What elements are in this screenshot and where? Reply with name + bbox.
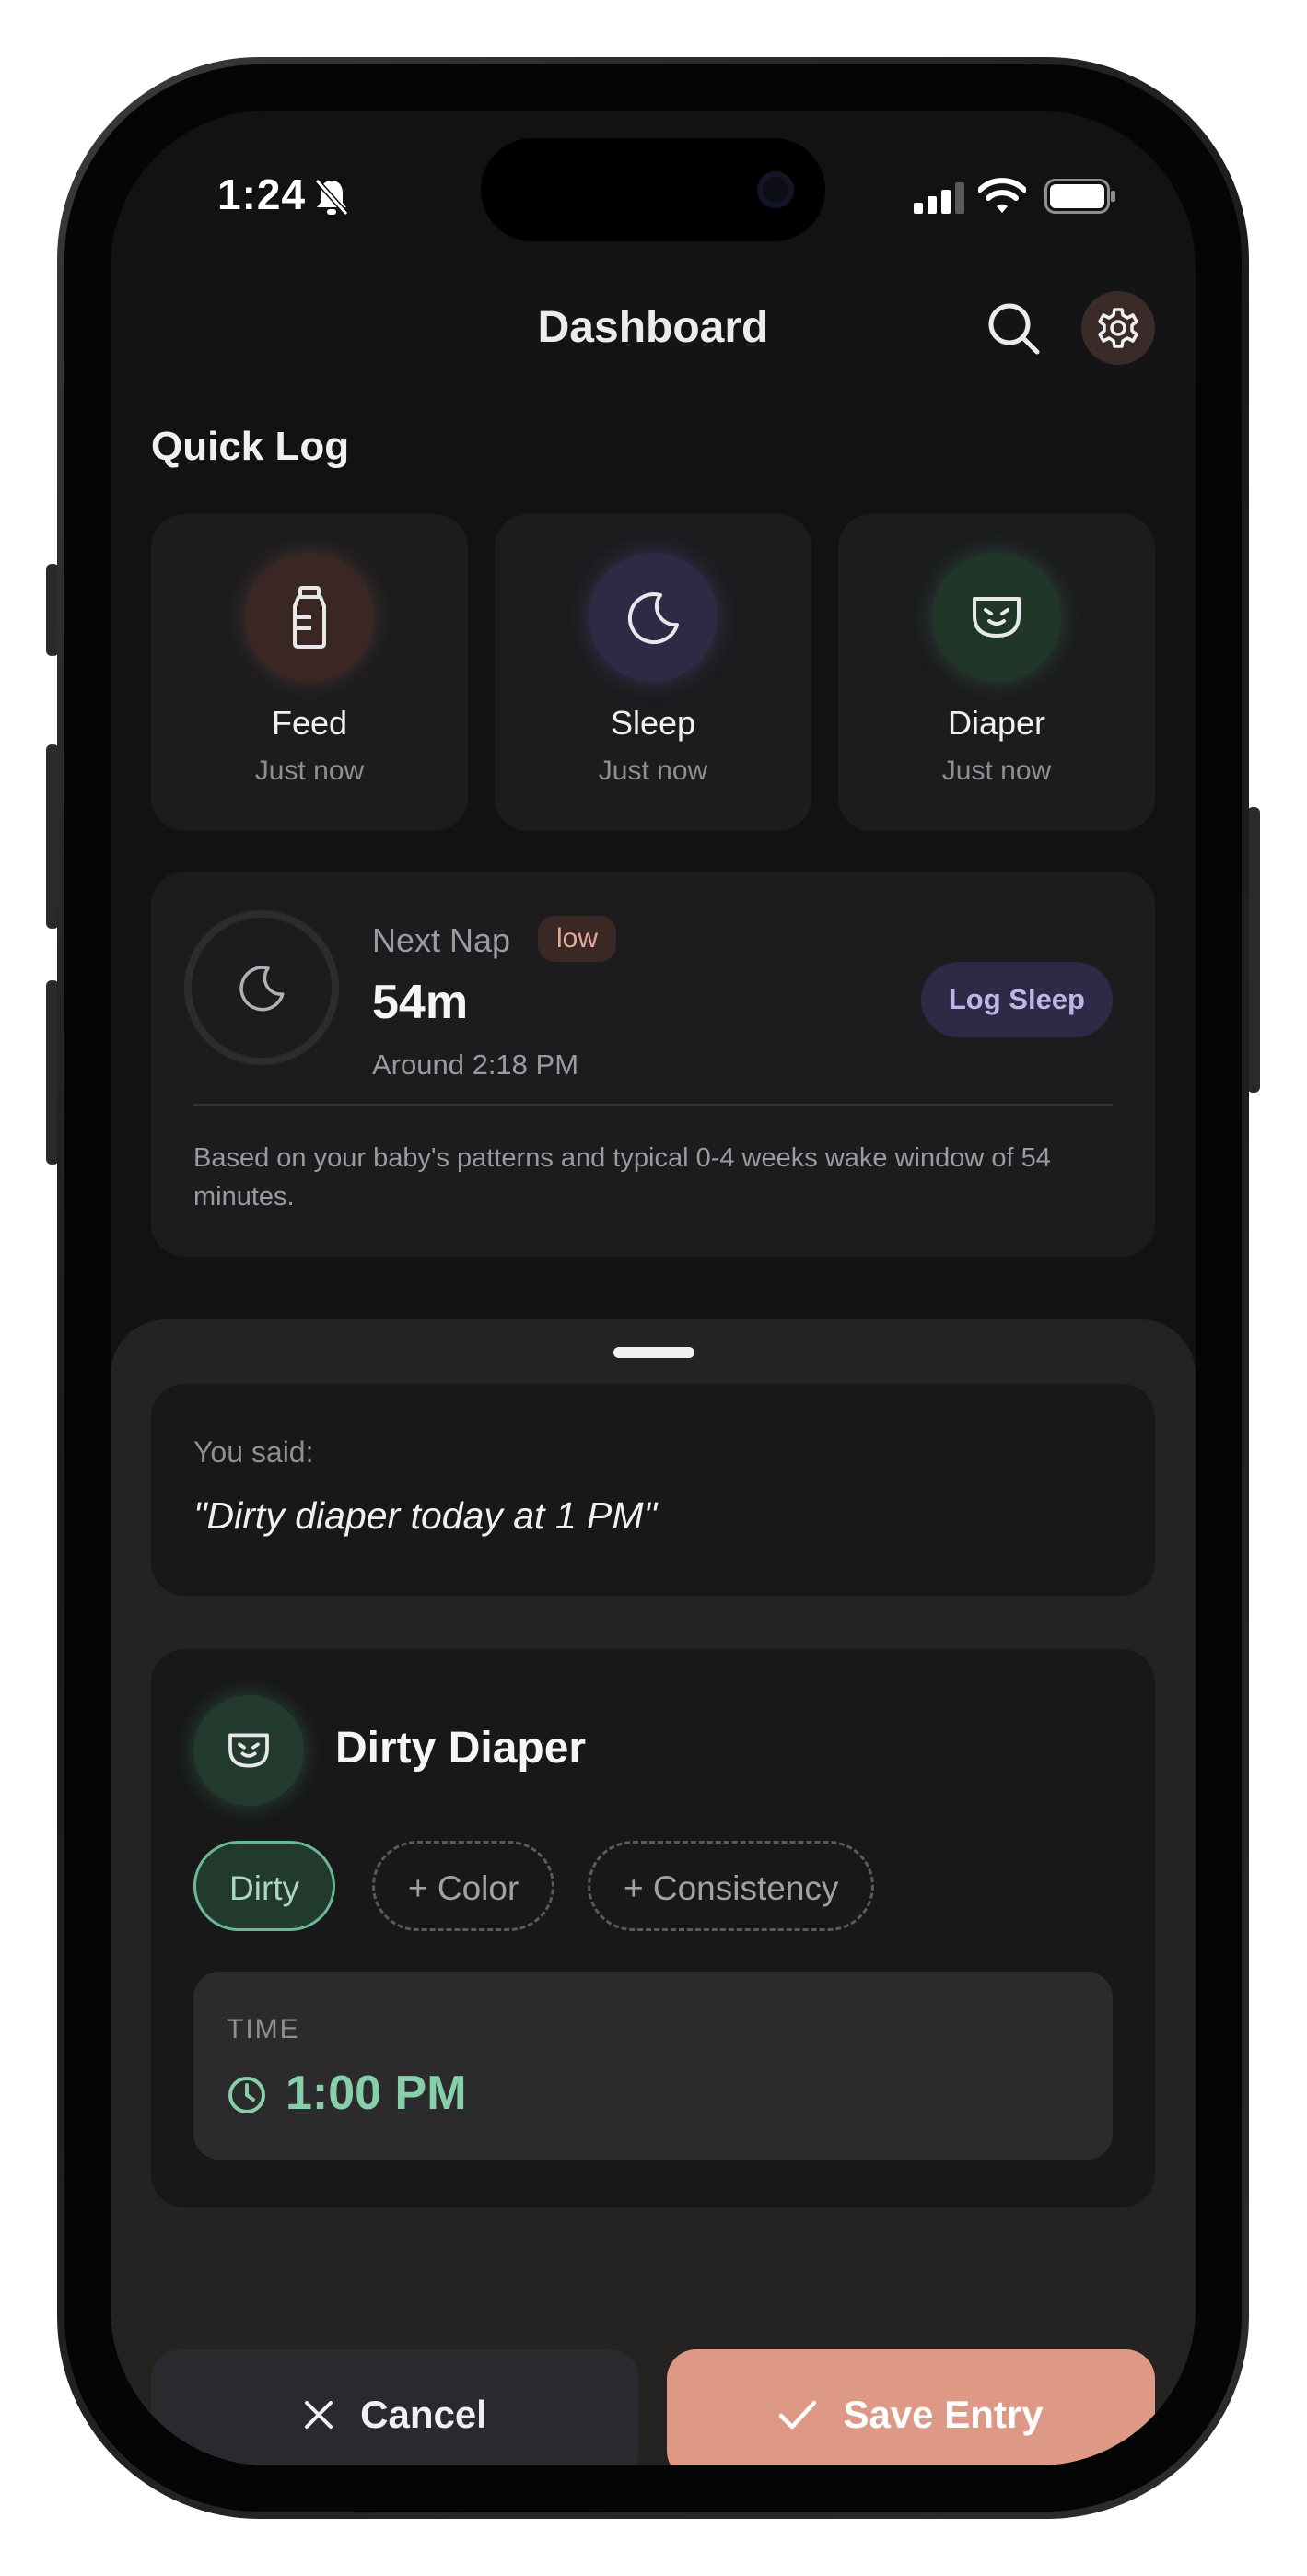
quick-log-feed-time: Just now [254, 755, 365, 786]
entry-title: Dirty Diaper [335, 1724, 587, 1773]
you-said-card: You said: "Dirty diaper today at 1 PM" [151, 1384, 1155, 1596]
power-button [1247, 807, 1260, 1093]
cancel-button[interactable]: Cancel [151, 2349, 639, 2465]
close-icon [305, 2401, 333, 2429]
screen: 1:24 Dashboard Quick Log Feed Just now S… [111, 111, 1196, 2465]
save-entry-button[interactable]: Save Entry [667, 2349, 1155, 2465]
checkmark-icon [779, 2400, 817, 2430]
quick-log-sleep-time: Just now [598, 755, 708, 786]
feed-icon-circle [245, 553, 374, 682]
bottle-icon [293, 586, 326, 649]
status-badge: low [538, 916, 617, 962]
quick-log-sleep[interactable]: Sleep Just now [495, 514, 811, 831]
search-icon[interactable] [984, 299, 1043, 357]
log-sleep-button[interactable]: Log Sleep [920, 962, 1113, 1037]
divider [193, 1104, 1113, 1106]
next-nap-card: Next Nap low 54m Around 2:18 PM Log Slee… [151, 872, 1155, 1257]
chip-dirty[interactable]: Dirty [193, 1841, 336, 1931]
diaper-icon [228, 1733, 269, 1768]
save-entry-label: Save Entry [843, 2393, 1044, 2436]
you-said-quote: "Dirty diaper today at 1 PM" [193, 1494, 658, 1537]
next-nap-label: Next Nap [372, 921, 511, 959]
moon-icon [239, 966, 285, 1012]
quick-log-sleep-name: Sleep [610, 704, 696, 742]
next-nap-duration: 54m [372, 976, 469, 1029]
quick-log-title: Quick Log [151, 424, 350, 469]
chip-add-consistency[interactable]: + Consistency [588, 1841, 875, 1931]
entry-icon-circle [193, 1695, 304, 1806]
sheet-drag-handle[interactable] [613, 1347, 694, 1358]
battery-icon [1044, 179, 1115, 214]
wifi-icon [978, 178, 1026, 213]
cancel-label: Cancel [360, 2393, 487, 2436]
you-said-label: You said: [193, 1435, 314, 1469]
next-nap-note: Based on your baby's patterns and typica… [193, 1143, 1051, 1212]
diaper-icon [973, 597, 1021, 638]
moon-icon [627, 592, 679, 645]
entry-card: Dirty Diaper Dirty + Color + Consistency… [151, 1649, 1155, 2207]
signal-icon [914, 182, 964, 214]
clock-icon [228, 2077, 265, 2113]
quick-log-diaper-time: Just now [941, 755, 1052, 786]
dynamic-island [481, 138, 825, 241]
camera-lens [757, 171, 794, 208]
settings-button[interactable] [1081, 291, 1155, 365]
time-field[interactable]: TIME 1:00 PM [193, 1972, 1113, 2160]
quick-log-feed-name: Feed [271, 704, 348, 742]
quick-log-diaper-name: Diaper [947, 704, 1046, 742]
quick-log-diaper[interactable]: Diaper Just now [838, 514, 1155, 831]
time-value: 1:00 PM [286, 2067, 467, 2120]
app-header: Dashboard [111, 273, 1196, 383]
diaper-icon-circle [932, 553, 1061, 682]
sleep-icon-circle [589, 553, 718, 682]
bell-slash-icon [314, 179, 349, 216]
gear-icon [1098, 308, 1138, 348]
status-time: 1:24 [217, 170, 307, 218]
chip-add-color[interactable]: + Color [372, 1841, 555, 1931]
nap-progress-ring [184, 910, 339, 1065]
next-nap-time: Around 2:18 PM [372, 1048, 579, 1081]
quick-log-feed[interactable]: Feed Just now [151, 514, 468, 831]
time-label: TIME [227, 2014, 300, 2044]
